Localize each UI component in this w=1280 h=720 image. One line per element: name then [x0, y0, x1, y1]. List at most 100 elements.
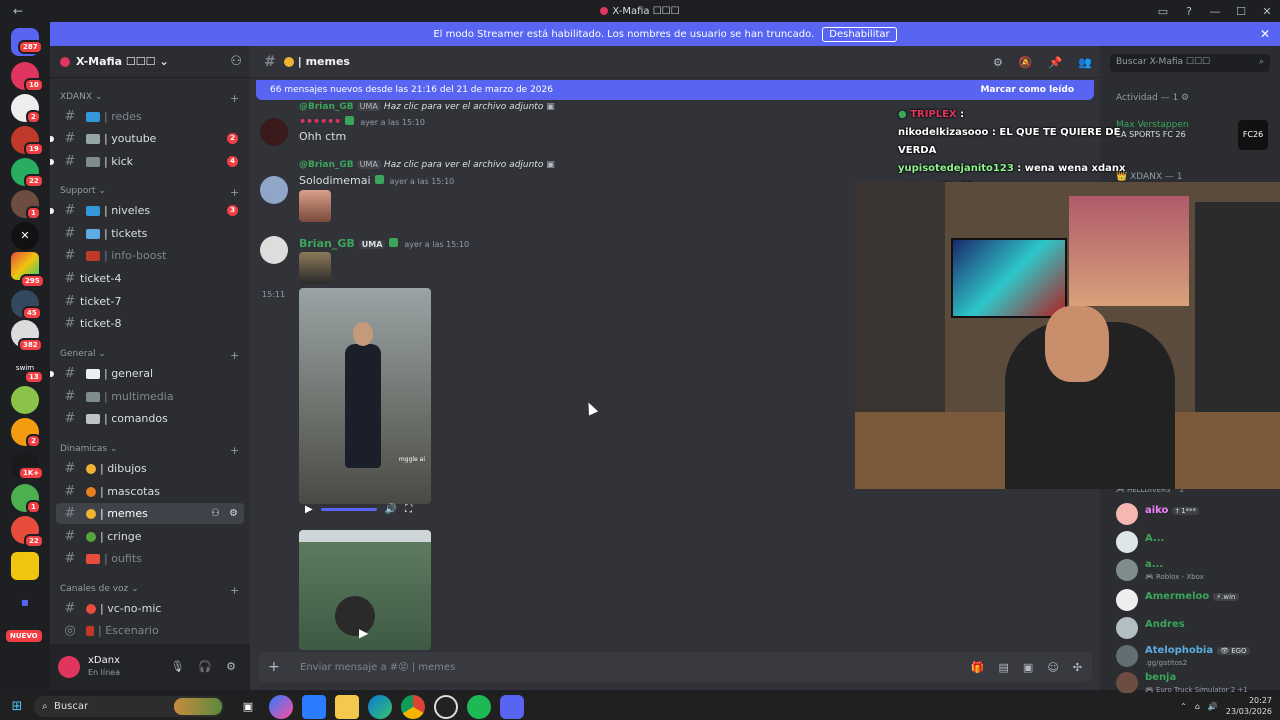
- channel-multimedia[interactable]: # | multimedia: [56, 386, 244, 407]
- member-item[interactable]: Amermeloo ⚡.win: [1116, 587, 1276, 613]
- category-dinamicas[interactable]: Dinamicas ⌄ +: [60, 444, 239, 457]
- add-channel-icon[interactable]: +: [230, 349, 239, 362]
- taskbar-search[interactable]: ⌕ Buscar: [34, 696, 224, 717]
- add-member-icon[interactable]: ⚇: [230, 54, 242, 69]
- file-explorer-icon[interactable]: [335, 694, 359, 719]
- avatar[interactable]: [58, 656, 80, 678]
- close-banner-icon[interactable]: ✕: [1260, 27, 1270, 41]
- windows-start-icon[interactable]: ⊞: [0, 699, 34, 714]
- members-icon[interactable]: 👥: [1078, 56, 1092, 69]
- disable-streamer-button[interactable]: Deshabilitar: [822, 26, 897, 42]
- gift-icon[interactable]: 🎁: [971, 661, 985, 674]
- avatar[interactable]: [260, 118, 288, 146]
- channel-general[interactable]: # | general: [50, 363, 244, 384]
- back-arrow-icon[interactable]: ←: [0, 4, 36, 18]
- attach-plus-button[interactable]: +: [268, 659, 288, 675]
- invite-icon[interactable]: ⚇: [211, 508, 220, 519]
- fullscreen-icon[interactable]: ⛶: [405, 504, 412, 515]
- apps-icon[interactable]: ✣: [1073, 661, 1082, 674]
- channel-escenario[interactable]: ◎ | Escenario: [56, 620, 244, 641]
- gif-icon[interactable]: ▤: [999, 661, 1009, 674]
- avatar[interactable]: [260, 236, 288, 264]
- channel-memes[interactable]: # | memes ⚇ ⚙: [56, 503, 244, 524]
- reply-preview[interactable]: @Brian_GB UMA Haz clic para ver el archivo…: [299, 160, 555, 170]
- message-author[interactable]: Brian_GB UMA ayer a las 15:10: [299, 237, 469, 250]
- tray-chevron-icon[interactable]: ⌃: [1180, 702, 1187, 711]
- x-logo-icon[interactable]: ✕: [11, 222, 39, 250]
- play-overlay-icon[interactable]: ▶: [359, 626, 368, 640]
- threads-icon[interactable]: ⚙: [993, 56, 1003, 69]
- clock[interactable]: 20:27 23/03/2026: [1226, 695, 1272, 717]
- channel-ticket-4[interactable]: # ticket-4: [56, 268, 244, 289]
- channel-vc-no-mic[interactable]: # | vc-no-mic: [56, 598, 244, 619]
- channel-mascotas[interactable]: # | mascotas: [56, 481, 244, 502]
- task-view-icon[interactable]: ▣: [236, 695, 260, 719]
- category-general[interactable]: General ⌄ +: [60, 349, 239, 362]
- category-support[interactable]: Support ⌄ +: [60, 186, 239, 199]
- server-icon[interactable]: [11, 552, 39, 580]
- close-button[interactable]: ✕: [1254, 5, 1280, 18]
- obs-icon[interactable]: [434, 694, 458, 719]
- volume-icon[interactable]: 🔊: [1208, 702, 1218, 711]
- channel-redes[interactable]: # | redes: [56, 106, 244, 127]
- attachment-thumbnail[interactable]: [299, 252, 331, 284]
- edge-icon[interactable]: [368, 694, 392, 719]
- network-icon[interactable]: ⌂: [1195, 702, 1200, 711]
- channel-cringe[interactable]: # | cringe: [56, 526, 244, 547]
- category-xdanx[interactable]: XDANX ⌄ +: [60, 92, 239, 105]
- server-header[interactable]: X-Mafia ☐☐☐ ⌄ ⚇: [50, 46, 250, 78]
- channel-youtube[interactable]: # | youtube 2: [50, 128, 244, 149]
- copilot-icon[interactable]: [269, 694, 293, 719]
- sticker-icon[interactable]: ▣: [1023, 661, 1033, 674]
- search-input[interactable]: Buscar X-Mafia ☐☐☐ ⌕: [1110, 54, 1270, 72]
- play-icon[interactable]: ▶: [305, 504, 313, 515]
- volume-icon[interactable]: 🔊: [385, 504, 397, 515]
- video-attachment[interactable]: mggle ai: [299, 288, 431, 504]
- sticker-image[interactable]: [299, 190, 331, 222]
- inbox-icon[interactable]: ▭: [1150, 5, 1176, 18]
- chrome-icon[interactable]: [401, 694, 425, 719]
- new-messages-bar[interactable]: 66 mensajes nuevos desde las 21:16 del 2…: [256, 80, 1094, 100]
- member-item[interactable]: aiko † 1***: [1116, 501, 1276, 527]
- channel-oufits[interactable]: # | oufits: [56, 548, 244, 569]
- headphones-icon[interactable]: 🎧: [198, 660, 212, 673]
- minimize-button[interactable]: —: [1202, 5, 1228, 18]
- channel-comandos[interactable]: # | comandos: [56, 408, 244, 429]
- mute-icon[interactable]: 🔕: [1019, 56, 1033, 69]
- avatar[interactable]: [260, 176, 288, 204]
- add-channel-icon[interactable]: +: [230, 444, 239, 457]
- server-folder-icon[interactable]: ▪: [11, 588, 39, 616]
- mark-as-read-button[interactable]: Marcar como leído: [980, 85, 1074, 95]
- volume-slider[interactable]: [320, 507, 377, 511]
- member-item[interactable]: a... 🎮 Roblox - Xbox: [1116, 557, 1276, 583]
- channel-info-boost[interactable]: # | info-boost: [56, 245, 244, 266]
- message-composer[interactable]: + Enviar mensaje a #😝 | memes 🎁 ▤ ▣ ☺ ✣: [258, 652, 1092, 682]
- gear-icon[interactable]: ⚙: [229, 508, 238, 519]
- maximize-button[interactable]: ☐: [1228, 5, 1254, 18]
- store-icon[interactable]: [302, 694, 326, 719]
- settings-icon[interactable]: ⚙: [226, 660, 236, 673]
- new-servers-badge[interactable]: NUEVO: [4, 628, 44, 644]
- member-item[interactable]: A...: [1116, 529, 1276, 555]
- reply-preview[interactable]: @Brian_GB UMA Haz clic para ver el archivo…: [299, 102, 555, 112]
- channel-kick[interactable]: # | kick 4: [50, 151, 244, 172]
- message-author[interactable]: Solodimemai ayer a las 15:10: [299, 174, 454, 187]
- message-author[interactable]: •••••• ayer a las 15:10: [299, 115, 425, 128]
- pin-icon[interactable]: 📌: [1049, 56, 1063, 69]
- server-icon[interactable]: [11, 386, 39, 414]
- channel-tickets[interactable]: # | tickets: [56, 223, 244, 244]
- member-item[interactable]: Andres: [1116, 615, 1276, 641]
- category-voice[interactable]: Canales de voz ⌄ +: [60, 584, 239, 597]
- video-attachment[interactable]: ▶: [299, 530, 431, 650]
- emoji-picker-icon[interactable]: ☺: [1047, 661, 1058, 674]
- member-item[interactable]: Atelophobia 👁 EGO .gg/gatitos2: [1116, 643, 1276, 669]
- message-input[interactable]: Enviar mensaje a #😝 | memes: [300, 662, 455, 673]
- channel-ticket-7[interactable]: # ticket-7: [56, 291, 244, 312]
- channel-niveles[interactable]: # | niveles 3: [50, 200, 244, 221]
- discord-icon[interactable]: [500, 694, 524, 719]
- help-icon[interactable]: ?: [1176, 5, 1202, 18]
- channel-ticket-8[interactable]: # ticket-8: [56, 313, 244, 334]
- add-channel-icon[interactable]: +: [230, 186, 239, 199]
- microphone-icon[interactable]: 🎙: [170, 660, 184, 673]
- add-channel-icon[interactable]: +: [230, 92, 239, 105]
